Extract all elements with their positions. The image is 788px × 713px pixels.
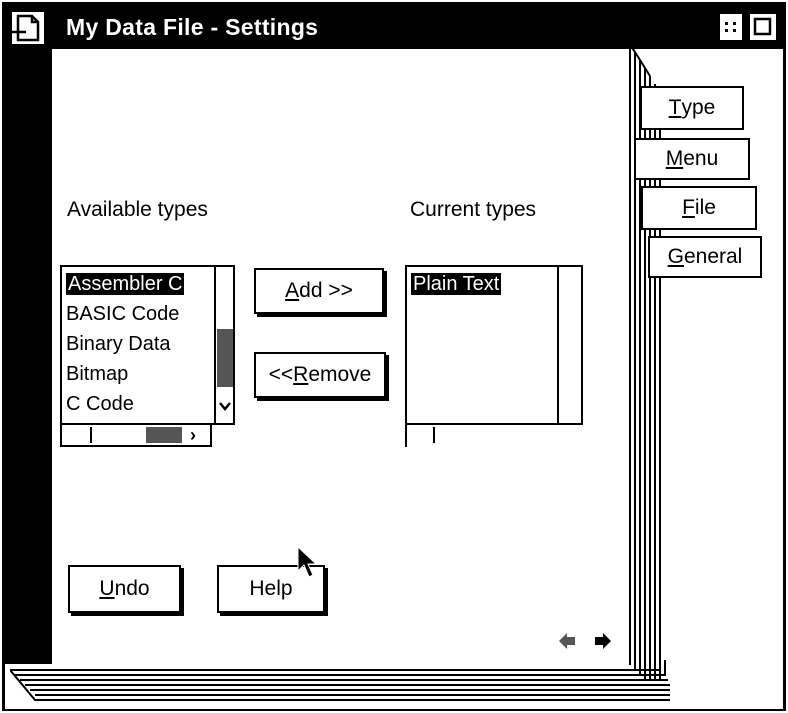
tab-type[interactable]: Type [640, 86, 744, 130]
list-item[interactable]: Binary Data [66, 333, 171, 355]
available-types-label: Available types [67, 198, 208, 221]
chevron-down-icon[interactable] [217, 395, 233, 419]
add-button[interactable]: Add >> [254, 268, 384, 314]
remove-label: emove [308, 363, 372, 386]
remove-button[interactable]: << Remove [254, 352, 386, 398]
horizontal-scrollbar[interactable] [405, 425, 555, 447]
page-edges-bottom [10, 660, 670, 701]
remove-mnemonic: R [293, 363, 309, 386]
tab-mnemonic: M [665, 147, 684, 170]
current-types-listbox[interactable]: Plain Text [405, 265, 583, 425]
arrow-right-icon[interactable] [592, 630, 614, 652]
tab-label: enu [683, 147, 719, 170]
tab-mnemonic: T [668, 96, 682, 119]
tab-label: ype [681, 96, 716, 119]
add-label: dd >> [299, 279, 353, 302]
tab-label: eneral [683, 245, 743, 268]
tab-label: ile [694, 196, 716, 219]
arrow-left-icon[interactable] [556, 630, 578, 652]
current-types-label: Current types [410, 198, 537, 221]
undo-label: ndo [114, 577, 150, 600]
undo-mnemonic: U [99, 577, 115, 600]
minimize-icon[interactable] [718, 12, 744, 42]
list-item[interactable]: Assembler C [66, 273, 185, 295]
available-types-listbox[interactable]: Assembler C BASIC Code Binary Data Bitma… [60, 265, 235, 425]
list-item[interactable]: Plain Text [411, 273, 502, 295]
list-item[interactable]: C Code [66, 393, 134, 415]
vertical-scrollbar[interactable] [557, 267, 559, 423]
tab-mnemonic: F [682, 196, 695, 219]
window-title: My Data File - Settings [66, 14, 319, 40]
mouse-pointer-icon [297, 545, 318, 578]
scroll-thumb[interactable] [146, 427, 182, 443]
tab-menu[interactable]: Menu [634, 138, 750, 180]
undo-button[interactable]: Undo [68, 565, 181, 613]
system-menu-icon[interactable] [10, 10, 46, 46]
add-mnemonic: A [285, 279, 300, 302]
chevron-right-icon[interactable]: › [190, 425, 208, 445]
horizontal-scrollbar[interactable]: › [60, 425, 212, 447]
tab-mnemonic: G [667, 245, 684, 268]
tab-general[interactable]: General [648, 236, 762, 278]
tab-file[interactable]: File [641, 186, 757, 230]
scroll-thumb[interactable] [217, 329, 233, 387]
list-item[interactable]: BASIC Code [66, 303, 179, 325]
window-left-border [5, 49, 52, 709]
vertical-scrollbar[interactable] [214, 267, 233, 423]
help-label: Help [249, 577, 293, 600]
maximize-icon[interactable] [748, 12, 778, 42]
remove-prefix: << [268, 363, 294, 386]
list-item[interactable]: Bitmap [66, 363, 128, 385]
